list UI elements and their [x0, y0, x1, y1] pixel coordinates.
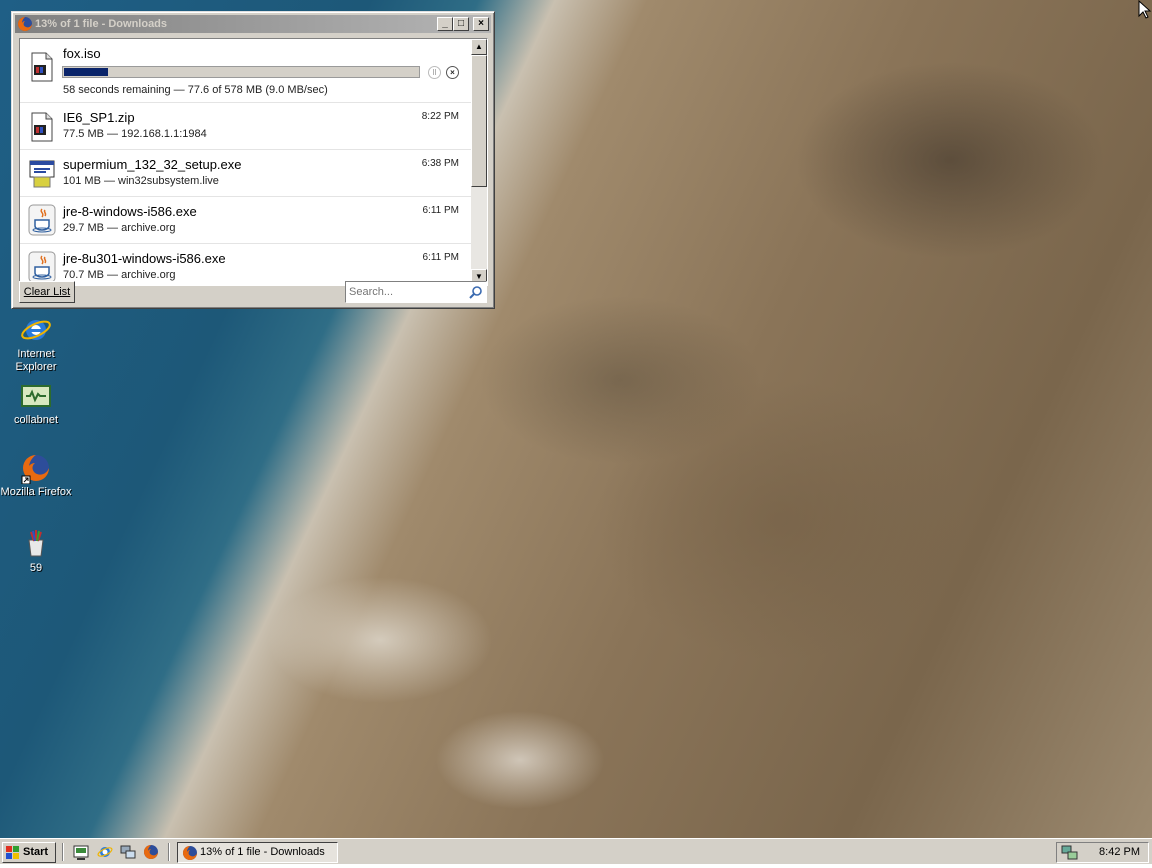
window-title: 13% of 1 file - Downloads	[35, 18, 168, 30]
show-desktop-icon[interactable]	[73, 844, 89, 860]
start-label: Start	[23, 846, 49, 858]
network-status-icon[interactable]	[1061, 845, 1079, 861]
download-time: 6:11 PM	[422, 205, 460, 216]
download-item[interactable]: supermium_132_32_setup.exe 101 MB — win3…	[20, 150, 471, 197]
network-icon[interactable]	[120, 844, 136, 860]
internet-explorer-icon	[20, 314, 52, 346]
firefox-icon[interactable]	[143, 844, 159, 860]
pause-button[interactable]: II	[428, 66, 441, 79]
search-field[interactable]	[345, 281, 487, 303]
installer-icon	[28, 157, 56, 189]
desktop-icon-internet-explorer[interactable]: Internet Explorer	[0, 314, 72, 374]
mouse-cursor-icon	[1138, 0, 1152, 20]
download-filename: jre-8u301-windows-i586.exe	[63, 251, 226, 266]
scroll-thumb[interactable]	[471, 55, 487, 187]
taskbar-button-downloads[interactable]: 13% of 1 file - Downloads	[177, 842, 338, 863]
firefox-icon	[17, 16, 33, 32]
vertical-scrollbar[interactable]: ▲ ▼	[471, 39, 487, 285]
desktop-icon-label: Internet Explorer	[15, 348, 57, 373]
progress-fill	[64, 68, 109, 76]
cancel-button[interactable]: ×	[446, 66, 459, 79]
download-status: 101 MB — win32subsystem.live	[63, 175, 219, 187]
desktop-icon-collabnet[interactable]: collabnet	[0, 380, 72, 427]
download-progress-bar	[62, 66, 420, 78]
download-status: 29.7 MB — archive.org	[63, 222, 176, 234]
desktop-icon-label: collabnet	[13, 414, 59, 426]
download-time: 8:22 PM	[421, 111, 459, 122]
downloads-list[interactable]: fox.iso II × 58 seconds remaining — 77.6…	[19, 38, 488, 286]
taskbar-button-label: 13% of 1 file - Downloads	[200, 846, 325, 858]
internet-explorer-icon[interactable]	[97, 844, 113, 860]
clock[interactable]: 8:42 PM	[1099, 846, 1140, 858]
start-button[interactable]: Start	[2, 842, 56, 863]
minimize-button[interactable]: _	[437, 17, 453, 31]
desktop-icon-label: Mozilla Firefox	[0, 486, 72, 498]
maximize-button[interactable]: □	[453, 17, 469, 31]
download-status: 77.5 MB — 192.168.1.1:1984	[63, 128, 207, 140]
download-time: 6:38 PM	[421, 158, 459, 169]
desktop-icon-label: 59	[29, 562, 43, 574]
download-filename: fox.iso	[63, 46, 101, 61]
title-bar[interactable]: 13% of 1 file - Downloads _ □ ×	[15, 15, 491, 33]
download-filename: jre-8-windows-i586.exe	[63, 204, 197, 219]
downloads-window: 13% of 1 file - Downloads _ □ × fox.iso	[11, 11, 495, 309]
desktop-icon-59[interactable]: 59	[0, 528, 72, 575]
download-filename: IE6_SP1.zip	[63, 110, 135, 125]
firefox-icon	[20, 452, 52, 485]
download-status: 70.7 MB — archive.org	[63, 269, 176, 281]
download-filename: supermium_132_32_setup.exe	[63, 157, 242, 172]
taskbar: Start 13% of 1 file - Downloads 8:42 PM	[0, 838, 1152, 864]
download-item[interactable]: jre-8-windows-i586.exe 29.7 MB — archive…	[20, 197, 471, 244]
java-icon	[28, 251, 56, 283]
download-item[interactable]: IE6_SP1.zip 77.5 MB — 192.168.1.1:1984 8…	[20, 103, 471, 150]
scroll-up-button[interactable]: ▲	[471, 39, 487, 55]
java-icon	[28, 204, 56, 236]
taskbar-separator	[62, 843, 64, 861]
clear-list-button[interactable]: Clear List	[19, 281, 75, 303]
download-item[interactable]: fox.iso II × 58 seconds remaining — 77.6…	[20, 39, 471, 103]
firefox-icon	[182, 845, 198, 861]
download-time: 6:11 PM	[422, 252, 460, 263]
paint-bucket-icon	[20, 528, 52, 560]
search-icon[interactable]	[469, 285, 483, 299]
download-item[interactable]: jre-8u301-windows-i586.exe 70.7 MB — arc…	[20, 244, 471, 285]
close-button[interactable]: ×	[473, 17, 489, 31]
search-input[interactable]	[349, 284, 461, 300]
zip-file-icon	[28, 111, 56, 143]
iso-file-icon	[28, 51, 56, 83]
download-status: 58 seconds remaining — 77.6 of 578 MB (9…	[63, 84, 328, 96]
desktop-icon-firefox[interactable]: Mozilla Firefox	[0, 452, 72, 499]
system-tray: 8:42 PM	[1056, 842, 1149, 863]
taskbar-separator	[168, 843, 170, 861]
windows-logo-icon	[6, 846, 20, 859]
collabnet-icon	[20, 380, 52, 412]
